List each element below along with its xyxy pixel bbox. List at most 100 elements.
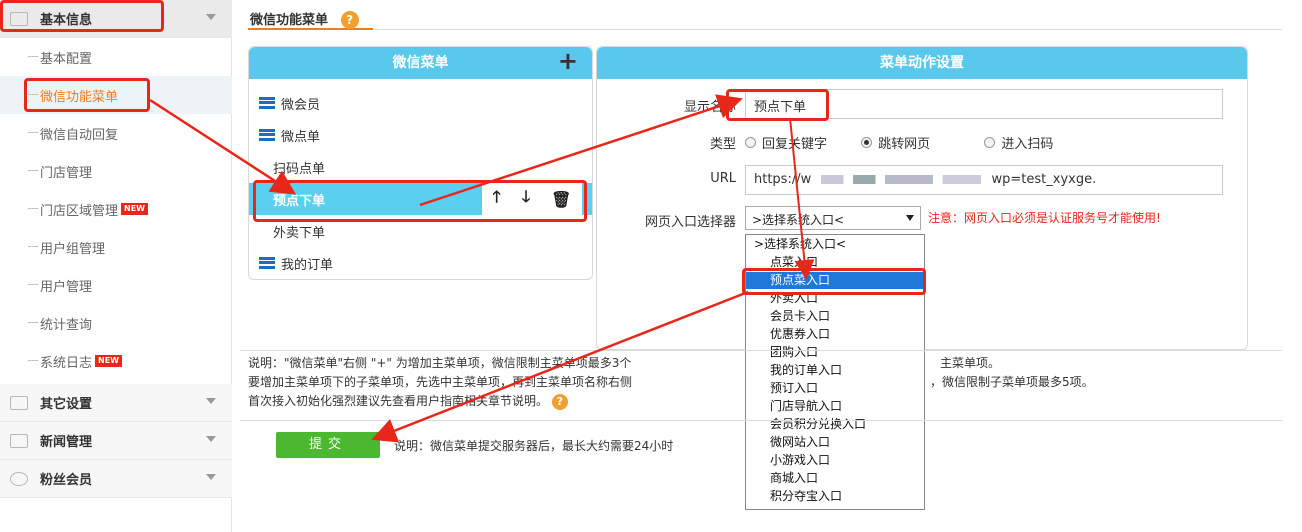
display-name-label: 显示名称 — [683, 100, 736, 115]
sidebar-group-label: 其它设置 — [40, 397, 93, 412]
submit-note: 说明：微信菜单提交服务器后，最长大约需要24小时 — [394, 439, 674, 453]
menu-item-label: 外卖下单 — [273, 225, 326, 241]
entry-selected-value: >选择系统入口< — [752, 213, 845, 227]
divider — [240, 350, 1282, 351]
sidebar-item-system-log[interactable]: 系统日志 NEW — [0, 342, 232, 380]
radio-label: 跳转网页 — [878, 137, 931, 152]
menu-action-panel-header: 菜单动作设置 — [597, 47, 1247, 79]
sidebar-item-label: 微信自动回复 — [40, 127, 119, 143]
radio-label: 进入扫码 — [1001, 137, 1054, 152]
entry-warning: 注意：网页入口必须是认证服务号才能使用! — [928, 211, 1161, 225]
sidebar-item-user-groups[interactable]: 用户组管理 — [0, 228, 232, 266]
monitor-icon — [10, 395, 28, 410]
list-icon — [259, 257, 275, 269]
sidebar-group-news[interactable]: 新闻管理 — [0, 422, 232, 460]
menu-item-wei-order[interactable]: 微点单 — [249, 119, 592, 151]
wechat-menu-panel: 微信菜单 + 微会员 微点单 扫码点单 预点下单 🡑 🡓 🗑 外卖下单 我的订单 — [248, 46, 593, 280]
dropdown-arrow-icon — [906, 215, 914, 221]
menu-item-label: 扫码点单 — [273, 161, 326, 177]
instruction-line: 首次接入初始化强烈建议先查看用户指南相关章节说明。 ? — [248, 392, 632, 411]
url-redacted — [821, 175, 982, 184]
sidebar-item-auto-reply[interactable]: 微信自动回复 — [0, 114, 232, 152]
chevron-down-icon — [206, 436, 216, 442]
type-radio-webpage[interactable]: 跳转网页 — [861, 133, 930, 152]
chevron-down-icon — [206, 474, 216, 480]
type-radio-keyword[interactable]: 回复关键字 — [745, 133, 827, 152]
type-label: 类型 — [709, 137, 736, 152]
radio-icon — [984, 137, 996, 148]
submenu-item-scan-order[interactable]: 扫码点单 — [249, 151, 592, 183]
radio-checked-icon — [861, 137, 873, 148]
radio-icon — [745, 137, 756, 148]
sidebar-item-label: 门店管理 — [40, 165, 93, 181]
help-icon[interactable]: ? — [340, 11, 359, 29]
fans-icon — [10, 471, 28, 486]
instruction-line-tail: ，微信限制子菜单项最多5项。 — [930, 375, 1094, 389]
sidebar-item-store-region[interactable]: 门店区域管理 NEW — [0, 190, 232, 228]
sidebar-group-other-settings[interactable]: 其它设置 — [0, 384, 232, 422]
sidebar-group-label: 新闻管理 — [40, 435, 93, 450]
dropdown-option[interactable]: 门店导航入口 — [746, 398, 924, 415]
annotation-box — [0, 0, 164, 32]
add-menu-icon[interactable]: + — [558, 45, 578, 77]
type-radio-scan[interactable]: 进入扫码 — [984, 133, 1053, 152]
divider — [240, 420, 1282, 421]
annotation-box — [253, 180, 587, 222]
sidebar-item-statistics[interactable]: 统计查询 — [0, 304, 232, 342]
dropdown-option[interactable]: 会员卡入口 — [746, 308, 924, 325]
submit-button[interactable]: 提交 — [276, 432, 380, 458]
menu-item-wei-member[interactable]: 微会员 — [249, 87, 592, 119]
wechat-menu-panel-header: 微信菜单 + — [249, 47, 592, 79]
menu-item-my-orders[interactable]: 我的订单 — [249, 247, 592, 279]
annotation-box — [742, 268, 926, 295]
panel-title: 微信菜单 — [392, 55, 449, 71]
new-badge: NEW — [121, 203, 148, 215]
url-input[interactable]: https://w wp=test_xyxge. — [745, 165, 1223, 195]
dropdown-option[interactable]: >选择系统入口< — [746, 236, 924, 253]
dropdown-option[interactable]: 我的订单入口 — [746, 362, 924, 379]
menu-item-label: 我的订单 — [281, 257, 334, 273]
help-icon[interactable]: ? — [551, 394, 568, 410]
menu-item-label: 微点单 — [281, 129, 321, 145]
menu-item-label: 微会员 — [281, 97, 321, 113]
entry-selector[interactable]: >选择系统入口< — [745, 206, 921, 230]
annotation-box — [24, 78, 150, 112]
dropdown-option[interactable]: 微网站入口 — [746, 434, 924, 451]
sidebar-item-basic-config[interactable]: 基本配置 — [0, 38, 232, 76]
type-radio-group: 回复关键字 跳转网页 进入扫码 — [745, 133, 1083, 152]
dropdown-option[interactable]: 优惠券入口 — [746, 326, 924, 343]
list-icon — [259, 97, 275, 109]
tab-label: 微信功能菜单 — [250, 13, 329, 28]
sidebar-item-label: 门店区域管理 — [40, 203, 119, 219]
tab-bar: 微信功能菜单 ? — [248, 0, 1282, 30]
sidebar-group-fans[interactable]: 粉丝会员 — [0, 460, 232, 498]
url-label: URL — [710, 171, 736, 186]
url-value: https://w — [754, 172, 812, 187]
tab-wechat-menu[interactable]: 微信功能菜单 ? — [248, 0, 373, 30]
sidebar-group-label: 粉丝会员 — [40, 473, 93, 488]
sidebar-item-store-management[interactable]: 门店管理 — [0, 152, 232, 190]
sidebar-item-label: 用户组管理 — [40, 241, 106, 257]
sidebar-item-users[interactable]: 用户管理 — [0, 266, 232, 304]
chevron-down-icon — [206, 14, 216, 20]
sidebar-item-label: 系统日志 — [40, 355, 93, 371]
sidebar-item-label: 基本配置 — [40, 51, 93, 67]
dropdown-option[interactable]: 团购入口 — [746, 344, 924, 361]
radio-label: 回复关键字 — [762, 137, 828, 152]
dropdown-option[interactable]: 小游戏入口 — [746, 452, 924, 469]
dropdown-option[interactable]: 商城入口 — [746, 470, 924, 487]
instructions: 说明："微信菜单"右侧 "+" 为增加主菜单项，微信限制主菜单项最多3个 要增加… — [248, 354, 632, 411]
list-icon — [259, 129, 275, 141]
dropdown-option[interactable]: 积分夺宝入口 — [746, 488, 924, 505]
dropdown-option[interactable]: 预订入口 — [746, 380, 924, 397]
panel-title: 菜单动作设置 — [880, 55, 964, 71]
new-badge: NEW — [95, 355, 122, 367]
chevron-down-icon — [206, 398, 216, 404]
entry-selector-label: 网页入口选择器 — [644, 215, 736, 230]
instruction-line: 要增加主菜单项下的子菜单项，先选中主菜单项，再到主菜单项名称右侧 — [248, 375, 633, 389]
news-icon — [10, 433, 28, 448]
instruction-line-tail: 主菜单项。 — [940, 356, 1001, 370]
sidebar-item-label: 用户管理 — [40, 279, 93, 295]
annotation-box — [726, 89, 829, 121]
dropdown-option[interactable]: 会员积分兑换入口 — [746, 416, 924, 433]
